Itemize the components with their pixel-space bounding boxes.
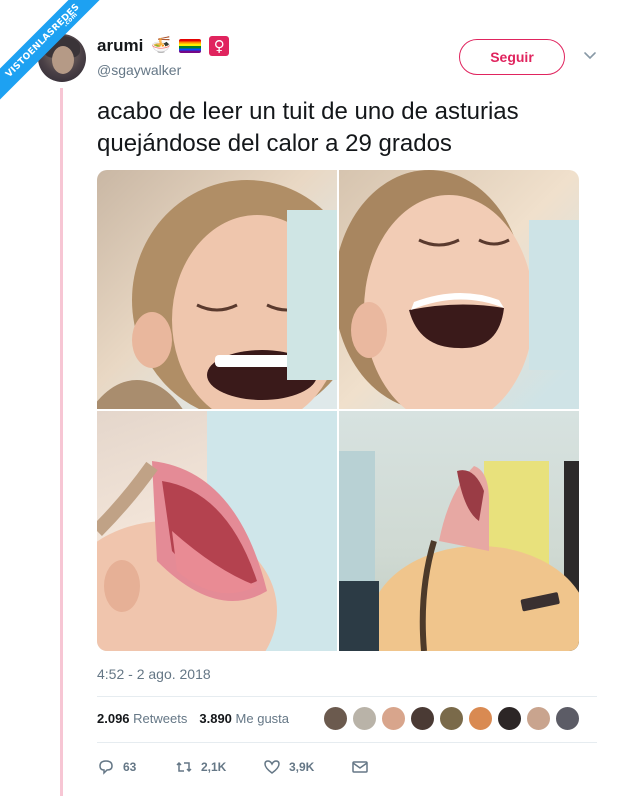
stats-top-divider — [97, 696, 597, 697]
retweet-button[interactable]: 2,1K — [175, 758, 263, 776]
liker-avatar[interactable] — [468, 706, 493, 731]
tweet-text: acabo de leer un tuit de uno de asturias… — [97, 96, 617, 160]
liker-avatar[interactable] — [555, 706, 580, 731]
media-photo-4[interactable] — [339, 411, 579, 651]
reply-button[interactable]: 63 — [97, 758, 175, 776]
tweet-text-line-1: acabo de leer un tuit de uno de asturias — [97, 98, 519, 125]
like-count: 3,9K — [289, 760, 315, 774]
watermark-text: VISTOENLASREDES .com — [0, 0, 110, 109]
tweet-timestamp[interactable]: 4:52 - 2 ago. 2018 — [97, 666, 211, 682]
retweets-count: 2.096 — [97, 711, 130, 726]
likes-count: 3.890 — [199, 711, 232, 726]
retweet-icon — [176, 761, 192, 773]
tweet-actions: 63 2,1K 3,9K — [97, 758, 369, 776]
liker-avatars — [323, 706, 580, 731]
engagement-stats: 2.096 Retweets 3.890 Me gusta — [97, 711, 289, 726]
author-name-row[interactable]: arumi 🍜 ♀ — [97, 36, 230, 56]
likes-label: Me gusta — [235, 711, 290, 726]
media-photo-3[interactable] — [97, 411, 337, 651]
reply-count: 63 — [123, 760, 137, 774]
reply-icon — [99, 760, 113, 775]
rainbow-flag-icon — [179, 39, 202, 53]
like-button[interactable]: 3,9K — [263, 758, 351, 776]
follow-button[interactable]: Seguir — [459, 39, 565, 75]
ramen-emoji: 🍜 — [151, 37, 172, 54]
media-grid[interactable] — [97, 170, 579, 651]
female-sign-icon: ♀ — [209, 36, 230, 56]
watermark-ribbon: VISTOENLASREDES .com — [0, 0, 110, 110]
media-photo-1[interactable] — [97, 170, 337, 409]
liker-avatar[interactable] — [352, 706, 377, 731]
photo-4-illustration — [339, 451, 579, 651]
photo-1-illustration — [97, 180, 337, 409]
photo-2-illustration — [339, 170, 579, 409]
media-photo-2[interactable] — [339, 170, 579, 409]
chevron-down-icon[interactable] — [583, 48, 597, 62]
liker-avatar[interactable] — [497, 706, 522, 731]
liker-avatar[interactable] — [526, 706, 551, 731]
direct-message-button[interactable] — [351, 758, 369, 776]
liker-avatar[interactable] — [381, 706, 406, 731]
thread-accent-line — [60, 88, 63, 796]
envelope-icon — [352, 761, 368, 773]
liker-avatar[interactable] — [439, 706, 464, 731]
liker-avatar[interactable] — [323, 706, 348, 731]
heart-icon — [264, 760, 280, 774]
liker-avatar[interactable] — [410, 706, 435, 731]
retweet-count: 2,1K — [201, 760, 227, 774]
retweets-stat[interactable]: 2.096 Retweets — [97, 711, 187, 726]
tweet-text-line-2: quejándose del calor a 29 grados — [97, 130, 452, 157]
stats-bottom-divider — [97, 742, 597, 743]
retweets-label: Retweets — [133, 711, 188, 726]
photo-3-illustration — [97, 411, 337, 651]
likes-stat[interactable]: 3.890 Me gusta — [199, 711, 289, 726]
